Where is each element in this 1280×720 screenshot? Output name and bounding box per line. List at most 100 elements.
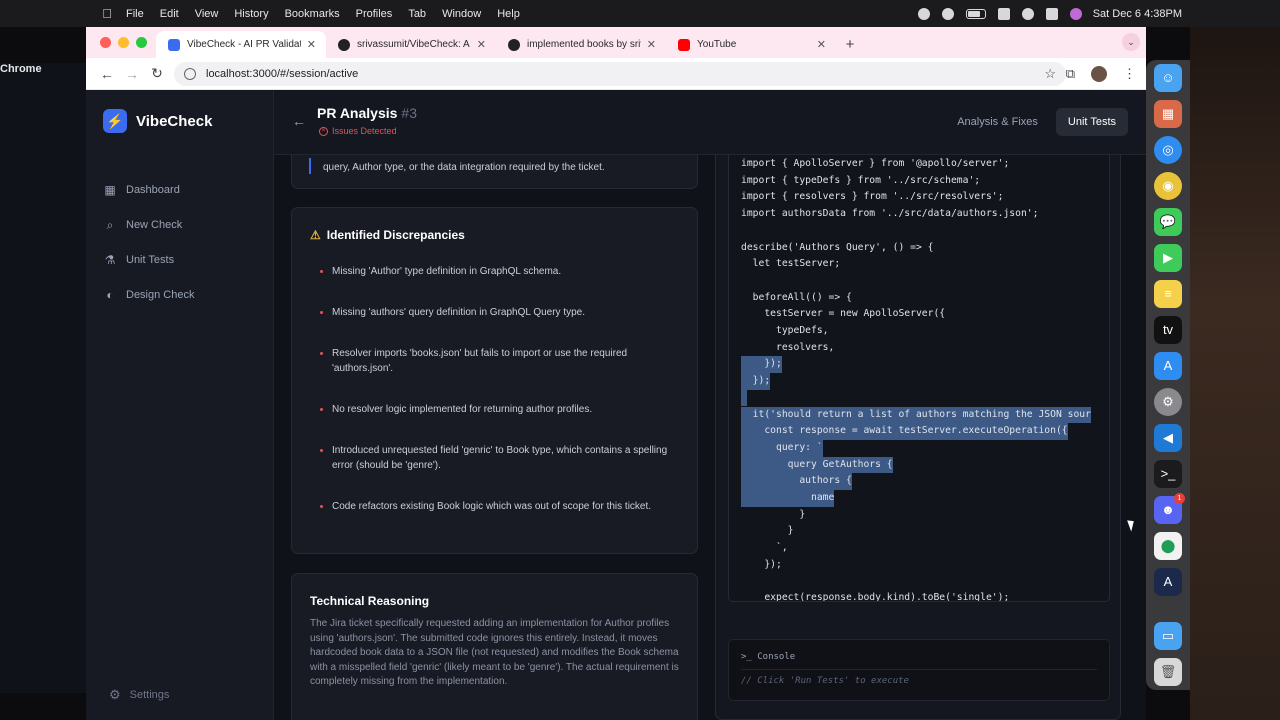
zoom-window-button[interactable] — [136, 37, 147, 48]
search-icon: ⌕ — [106, 217, 114, 232]
finder-icon[interactable]: ☺ — [1154, 64, 1182, 92]
tab-youtube[interactable]: YouTube ✕ — [666, 31, 836, 58]
close-tab-icon[interactable]: ✕ — [817, 38, 826, 51]
chrome-window: VibeCheck - AI PR Validator ✕ srivassumi… — [86, 27, 1146, 720]
unit-test-panel: import { ApolloServer } from '@apollo/se… — [715, 155, 1121, 720]
menu-history[interactable]: History — [234, 8, 268, 20]
address-bar[interactable]: localhost:3000/#/session/active ☆ — [174, 62, 1066, 86]
discrepancies-card: ⚠ Identified Discrepancies Missing 'Auth… — [291, 207, 698, 554]
code-line: it('should return a list of authors matc… — [741, 406, 1091, 424]
macos-menubar:  Chrome File Edit View History Bookmark… — [0, 0, 1280, 693]
new-tab-button[interactable]: + — [836, 31, 864, 58]
discrepancies-title: ⚠ Identified Discrepancies — [310, 228, 465, 242]
sidebar-nav: ▦ Dashboard ⌕ New Check ⚗ Unit Tests ◐ D… — [103, 172, 194, 312]
github-favicon-icon — [338, 38, 350, 51]
battery-icon[interactable] — [966, 9, 986, 19]
arc-app-icon[interactable]: A — [1154, 568, 1182, 596]
close-tab-icon[interactable]: ✕ — [307, 38, 316, 51]
extensions-icon[interactable]: ⧉ — [1066, 66, 1075, 82]
facetime-icon[interactable]: ▶ — [1154, 244, 1182, 272]
siri-icon[interactable] — [1070, 8, 1082, 20]
menu-edit[interactable]: Edit — [160, 8, 179, 20]
tab-github-repo[interactable]: srivassumit/VibeCheck: A "vib ✕ — [326, 31, 496, 58]
vibecheck-favicon-icon — [168, 38, 180, 51]
pr-number: #3 — [401, 105, 417, 121]
lightning-logo-icon: ⚡ — [103, 109, 127, 133]
reload-icon[interactable]: ↻ — [146, 65, 168, 82]
tab-analysis-fixes[interactable]: Analysis & Fixes — [945, 108, 1050, 136]
mongodb-compass-icon[interactable]: ⬤ — [1154, 532, 1182, 560]
notification-badge: 1 — [1174, 493, 1185, 504]
safari-icon[interactable]: ◎ — [1154, 136, 1182, 164]
sidebar-item-design-check[interactable]: ◐ Design Check — [103, 277, 194, 312]
close-tab-icon[interactable]: ✕ — [477, 38, 486, 51]
launchpad-icon[interactable]: ▦ — [1154, 100, 1182, 128]
tab-github-pr[interactable]: implemented books by srivas ✕ — [496, 31, 666, 58]
forward-icon[interactable]: → — [121, 66, 143, 82]
folder-icon[interactable]: ▭ — [1154, 622, 1182, 650]
window-controls — [100, 37, 147, 48]
messages-icon[interactable]: 💬 — [1154, 208, 1182, 236]
menu-profiles[interactable]: Profiles — [356, 8, 393, 20]
app-store-icon[interactable]: A — [1154, 352, 1182, 380]
notes-icon[interactable]: ≡ — [1154, 280, 1182, 308]
address-url: localhost:3000/#/session/active — [206, 68, 359, 80]
settings-link[interactable]: ⚙ Settings — [109, 687, 169, 703]
wifi-icon[interactable] — [998, 8, 1010, 20]
site-info-icon[interactable] — [184, 68, 196, 80]
profile-avatar[interactable] — [1091, 65, 1107, 82]
sidebar-item-dashboard[interactable]: ▦ Dashboard — [103, 172, 194, 207]
control-center-icon[interactable] — [1046, 8, 1058, 20]
menubar-clock[interactable]: Sat Dec 6 4:38PM — [1093, 8, 1182, 20]
browser-toolbar: ← → ↻ localhost:3000/#/session/active ☆ … — [86, 58, 1146, 90]
menu-tab[interactable]: Tab — [408, 8, 426, 20]
code-line: import authorsData from '../src/data/aut… — [741, 208, 1039, 220]
summary-text: query, Author type, or the data integrat… — [323, 162, 605, 173]
vscode-icon[interactable]: ◀ — [1154, 424, 1182, 452]
sidebar-item-new-check[interactable]: ⌕ New Check — [103, 207, 194, 242]
code-line: } — [741, 508, 806, 520]
menu-file[interactable]: File — [126, 8, 144, 20]
brand[interactable]: ⚡ VibeCheck — [103, 109, 212, 133]
menu-window[interactable]: Window — [442, 8, 481, 20]
close-tab-icon[interactable]: ✕ — [647, 38, 656, 51]
vpn-icon[interactable] — [942, 8, 954, 20]
menu-bookmarks[interactable]: Bookmarks — [285, 8, 340, 20]
minimize-window-button[interactable] — [118, 37, 129, 48]
tab-vibecheck[interactable]: VibeCheck - AI PR Validator ✕ — [156, 31, 326, 58]
back-arrow-icon[interactable]: ← — [292, 113, 306, 129]
record-icon[interactable] — [918, 8, 930, 20]
terminal-icon[interactable]: >_ — [1154, 460, 1182, 488]
code-line: testServer = new ApolloServer({ — [741, 308, 946, 320]
menu-help[interactable]: Help — [497, 8, 520, 20]
code-editor[interactable]: import { ApolloServer } from '@apollo/se… — [728, 155, 1110, 602]
chrome-icon[interactable]: ◉ — [1154, 172, 1182, 200]
list-item: Resolver imports 'books.json' but fails … — [320, 346, 670, 376]
discord-icon[interactable]: ☻ 1 — [1154, 493, 1185, 524]
tab-search-button[interactable]: ⌄ — [1122, 33, 1140, 51]
menu-view[interactable]: View — [195, 8, 219, 20]
system-settings-icon[interactable]: ⚙ — [1154, 388, 1182, 416]
trash-icon[interactable]: 🗑 — [1154, 658, 1182, 686]
technical-reasoning-title: Technical Reasoning — [310, 594, 430, 608]
apple-tv-icon[interactable]: tv — [1154, 316, 1182, 344]
code-line: }); — [741, 373, 771, 390]
brand-name: VibeCheck — [136, 112, 213, 130]
apple-icon[interactable]:  — [100, 6, 114, 21]
code-line: const response = await testServer.execut… — [741, 423, 1068, 440]
back-icon[interactable]: ← — [96, 66, 118, 82]
close-window-button[interactable] — [100, 37, 111, 48]
tab-title: VibeCheck - AI PR Validator — [187, 39, 301, 50]
desktop-background — [1190, 27, 1280, 720]
bookmark-star-icon[interactable]: ☆ — [1044, 66, 1056, 82]
tab-unit-tests[interactable]: Unit Tests — [1055, 108, 1128, 136]
spotlight-icon[interactable] — [1022, 8, 1034, 20]
github-favicon-icon — [508, 38, 520, 51]
sidebar-item-label: Design Check — [126, 288, 195, 301]
status-icons — [918, 8, 1082, 20]
code-line: authors { — [741, 473, 852, 490]
page-header: ← PR Analysis #3 × Issues Detected Analys… — [274, 90, 1146, 155]
console-divider — [741, 669, 1097, 670]
chrome-menu-icon[interactable]: ⋮ — [1123, 66, 1136, 82]
sidebar-item-unit-tests[interactable]: ⚗ Unit Tests — [103, 242, 194, 277]
